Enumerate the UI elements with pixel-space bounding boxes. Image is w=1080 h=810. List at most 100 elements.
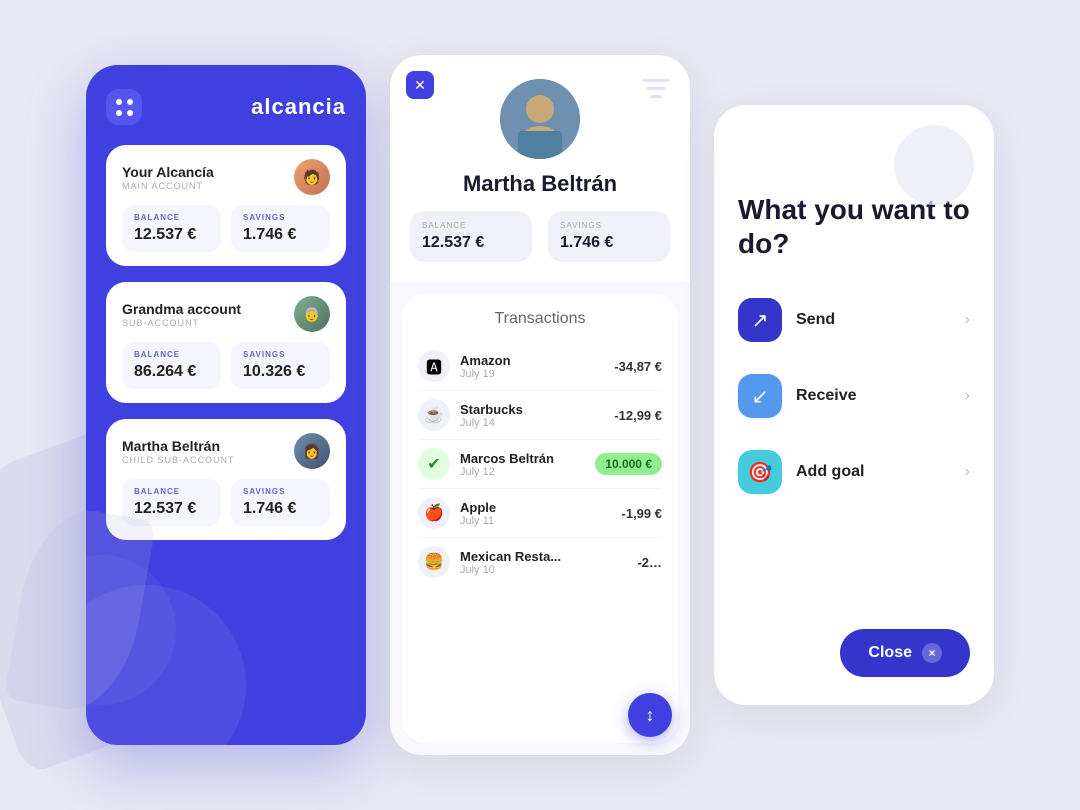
account-card-main[interactable]: Your Alcancía MAIN ACCOUNT 🧑 BALANCE 12.… bbox=[106, 145, 346, 266]
marcos-icon: ✔ bbox=[418, 448, 450, 480]
send-icon: ↗ bbox=[738, 298, 782, 342]
transaction-marcos[interactable]: ✔ Marcos Beltrán July 12 10.000 € bbox=[418, 440, 662, 489]
action-goal-label: Add goal bbox=[796, 463, 864, 481]
fab-transfer-button[interactable]: ↕ bbox=[628, 693, 672, 737]
account-name: Your Alcancía bbox=[122, 164, 214, 180]
savings-value: 10.326 € bbox=[243, 363, 318, 381]
account-name: Grandma account bbox=[122, 301, 241, 317]
profile-balance-value: 12.537 € bbox=[422, 234, 520, 252]
balance-value: 12.537 € bbox=[134, 500, 209, 518]
chevron-right-icon: › bbox=[965, 311, 970, 329]
savings-box: SAVINGS 10.326 € bbox=[231, 342, 330, 389]
balance-box: BALANCE 86.264 € bbox=[122, 342, 221, 389]
alcancia-header: alcancia bbox=[106, 89, 346, 125]
account-info: Your Alcancía MAIN ACCOUNT bbox=[122, 164, 214, 191]
app-title: alcancia bbox=[251, 94, 346, 120]
avatar: 👩 bbox=[294, 433, 330, 469]
goal-icon: 🎯 bbox=[738, 450, 782, 494]
profile-top: ✕ Martha Beltrán BALANCE 12.537 € S bbox=[390, 55, 690, 282]
transaction-info: Apple July 11 bbox=[460, 500, 496, 527]
panel-profile: ✕ Martha Beltrán BALANCE 12.537 € S bbox=[390, 55, 690, 755]
profile-stats: BALANCE 12.537 € SAVINGS 1.746 € bbox=[410, 211, 670, 262]
account-balances: BALANCE 12.537 € SAVINGS 1.746 € bbox=[122, 205, 330, 252]
transaction-name: Amazon bbox=[460, 353, 511, 368]
transaction-name: Marcos Beltrán bbox=[460, 451, 554, 466]
receive-icon: ↙ bbox=[738, 374, 782, 418]
transaction-amount: -34,87 € bbox=[614, 359, 662, 374]
transaction-left: ☕ Starbucks July 14 bbox=[418, 399, 523, 431]
action-item-left: ↙ Receive bbox=[738, 374, 857, 418]
balance-box: BALANCE 12.537 € bbox=[122, 479, 221, 526]
account-name: Martha Beltrán bbox=[122, 438, 235, 454]
account-type: CHILD SUB-ACCOUNT bbox=[122, 455, 235, 465]
transaction-info: Mexican Resta... July 10 bbox=[460, 549, 561, 576]
savings-label: SAVINGS bbox=[243, 213, 318, 222]
amazon-icon: 🅰 bbox=[418, 350, 450, 382]
account-info: Martha Beltrán CHILD SUB-ACCOUNT bbox=[122, 438, 235, 465]
transaction-left: 🍔 Mexican Resta... July 10 bbox=[418, 546, 561, 578]
action-receive[interactable]: ↙ Receive › bbox=[738, 364, 970, 428]
transaction-name: Starbucks bbox=[460, 402, 523, 417]
account-card-header: Your Alcancía MAIN ACCOUNT 🧑 bbox=[122, 159, 330, 195]
transaction-mexican[interactable]: 🍔 Mexican Resta... July 10 -2… bbox=[418, 538, 662, 586]
avatar: 🧑 bbox=[294, 159, 330, 195]
account-card-martha[interactable]: Martha Beltrán CHILD SUB-ACCOUNT 👩 BALAN… bbox=[106, 419, 346, 540]
avatar: 👵 bbox=[294, 296, 330, 332]
balance-label: BALANCE bbox=[134, 487, 209, 496]
account-info: Grandma account SUB-ACCOUNT bbox=[122, 301, 241, 328]
transaction-date: July 14 bbox=[460, 417, 523, 429]
close-label: Close bbox=[868, 644, 912, 662]
transaction-amount: -1,99 € bbox=[622, 506, 662, 521]
transaction-info: Starbucks July 14 bbox=[460, 402, 523, 429]
profile-savings-value: 1.746 € bbox=[560, 234, 658, 252]
savings-box: SAVINGS 1.746 € bbox=[231, 479, 330, 526]
transaction-left: 🍎 Apple July 11 bbox=[418, 497, 496, 529]
action-send[interactable]: ↗ Send › bbox=[738, 288, 970, 352]
balance-label: BALANCE bbox=[134, 350, 209, 359]
profile-name: Martha Beltrán bbox=[463, 171, 617, 197]
savings-value: 1.746 € bbox=[243, 500, 318, 518]
transaction-amazon[interactable]: 🅰 Amazon July 19 -34,87 € bbox=[418, 342, 662, 391]
close-button[interactable]: ✕ bbox=[406, 71, 434, 99]
action-receive-label: Receive bbox=[796, 387, 857, 405]
transaction-name: Mexican Resta... bbox=[460, 549, 561, 564]
action-add-goal[interactable]: 🎯 Add goal › bbox=[738, 440, 970, 504]
transaction-left: ✔ Marcos Beltrán July 12 bbox=[418, 448, 554, 480]
savings-box: SAVINGS 1.746 € bbox=[231, 205, 330, 252]
balance-label: BALANCE bbox=[134, 213, 209, 222]
transaction-date: July 12 bbox=[460, 466, 554, 478]
bg-decoration bbox=[894, 125, 974, 205]
transaction-name: Apple bbox=[460, 500, 496, 515]
menu-icon[interactable] bbox=[106, 89, 142, 125]
savings-label: SAVINGS bbox=[243, 350, 318, 359]
transaction-apple[interactable]: 🍎 Apple July 11 -1,99 € bbox=[418, 489, 662, 538]
transaction-starbucks[interactable]: ☕ Starbucks July 14 -12,99 € bbox=[418, 391, 662, 440]
chevron-right-icon: › bbox=[965, 463, 970, 481]
transactions-title: Transactions bbox=[418, 310, 662, 328]
action-items: ↗ Send › ↙ Receive › 🎯 Add goal › bbox=[738, 288, 970, 609]
account-type: MAIN ACCOUNT bbox=[122, 181, 214, 191]
mexican-icon: 🍔 bbox=[418, 546, 450, 578]
starbucks-icon: ☕ bbox=[418, 399, 450, 431]
apple-icon: 🍎 bbox=[418, 497, 450, 529]
close-action-button[interactable]: Close × bbox=[840, 629, 970, 677]
panel-action: What you want to do? ↗ Send › ↙ Receive … bbox=[714, 105, 994, 705]
profile-savings-label: SAVINGS bbox=[560, 221, 658, 230]
panel-alcancia: alcancia Your Alcancía MAIN ACCOUNT 🧑 BA… bbox=[86, 65, 366, 745]
profile-avatar bbox=[500, 79, 580, 159]
action-send-label: Send bbox=[796, 311, 835, 329]
profile-savings-box: SAVINGS 1.746 € bbox=[548, 211, 670, 262]
balance-value: 12.537 € bbox=[134, 226, 209, 244]
account-balances: BALANCE 86.264 € SAVINGS 10.326 € bbox=[122, 342, 330, 389]
transaction-amount: -2… bbox=[637, 555, 662, 570]
transactions-section: Transactions 🅰 Amazon July 19 -34,87 € ☕… bbox=[402, 294, 678, 743]
account-balances: BALANCE 12.537 € SAVINGS 1.746 € bbox=[122, 479, 330, 526]
filter-icon bbox=[638, 71, 674, 112]
savings-label: SAVINGS bbox=[243, 487, 318, 496]
transaction-date: July 11 bbox=[460, 515, 496, 527]
savings-value: 1.746 € bbox=[243, 226, 318, 244]
account-card-grandma[interactable]: Grandma account SUB-ACCOUNT 👵 BALANCE 86… bbox=[106, 282, 346, 403]
action-item-left: 🎯 Add goal bbox=[738, 450, 864, 494]
balance-value: 86.264 € bbox=[134, 363, 209, 381]
transaction-date: July 19 bbox=[460, 368, 511, 380]
